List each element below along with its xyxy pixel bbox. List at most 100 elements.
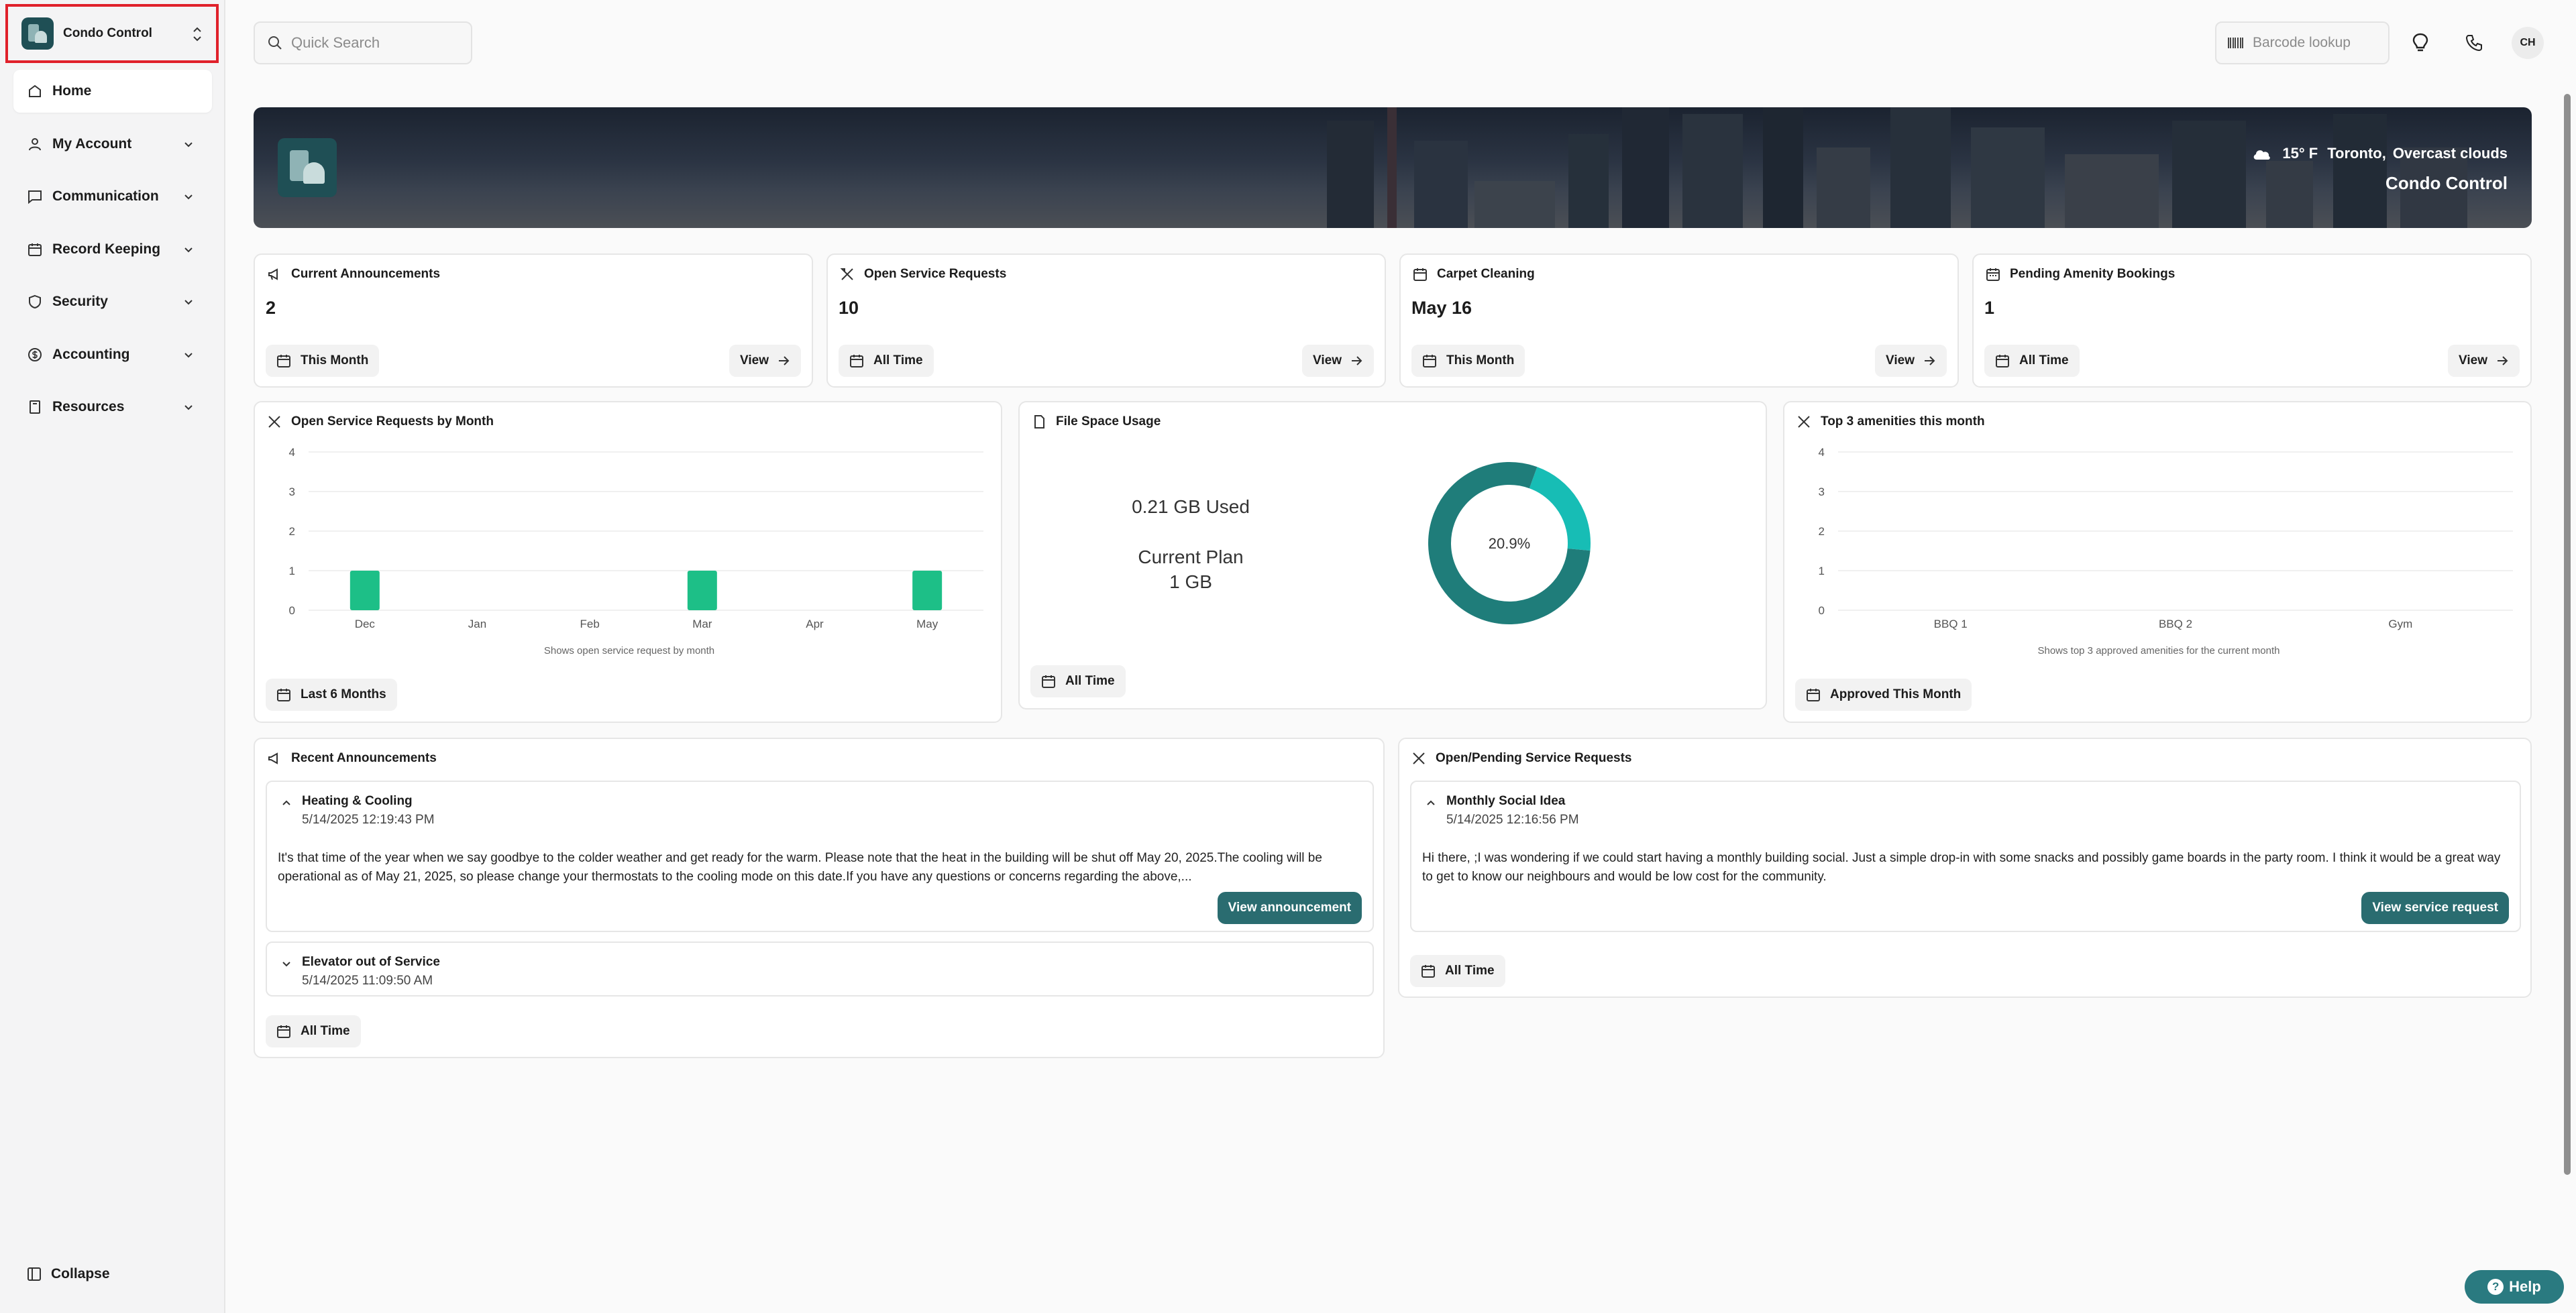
home-icon [29, 84, 41, 97]
sidebar: Condo Control Home My Account Communicat… [0, 0, 225, 1313]
sidebar-item-security[interactable]: Security [13, 280, 212, 323]
sidebar-item-resources[interactable]: Resources [13, 386, 212, 429]
period-filter[interactable]: Approved This Month [1795, 679, 1972, 711]
period-filter[interactable]: This Month [1411, 345, 1525, 377]
megaphone-icon [268, 268, 278, 280]
cloud-icon [2254, 150, 2271, 160]
phone-icon[interactable] [2461, 30, 2487, 56]
x-tick-label: Dec [355, 618, 376, 630]
barcode-placeholder: Barcode lookup [2253, 35, 2351, 50]
period-label: All Time [873, 353, 923, 367]
sidebar-item-accounting[interactable]: Accounting [13, 333, 212, 376]
chart-card-file-space: File Space Usage 0.21 GB Used Current Pl… [1018, 401, 1767, 709]
sidebar-item-my-account[interactable]: My Account [13, 123, 212, 166]
calendar-icon [277, 355, 290, 367]
amenities-bar-chart: 0 1 2 3 4 BBQ 1 BBQ 2 Gym [1819, 446, 2513, 630]
y-tick-label: 3 [289, 486, 295, 498]
view-service-request-button[interactable]: View service request [2361, 892, 2509, 924]
x-tick-label: Apr [806, 618, 824, 630]
calendar-icon [277, 1025, 290, 1038]
user-avatar[interactable]: CH [2512, 27, 2544, 59]
view-button[interactable]: View [1302, 345, 1374, 377]
announcement-title[interactable]: Elevator out of Service [302, 955, 440, 970]
period-filter[interactable]: All Time [839, 345, 934, 377]
y-tick-label: 4 [289, 446, 295, 459]
sidebar-item-label: My Account [52, 135, 132, 152]
chevron-down-icon [184, 194, 193, 200]
sidebar-item-label: Accounting [52, 346, 130, 362]
card-title: File Space Usage [1032, 414, 1161, 429]
card-title-text: Pending Amenity Bookings [2010, 267, 2176, 281]
announcement-title[interactable]: Heating & Cooling [302, 794, 413, 809]
stat-card-announcements: Current Announcements 2 This Month View [254, 253, 813, 388]
barcode-icon [2228, 38, 2243, 48]
chart-card-service-requests: Open Service Requests by Month 0 1 2 3 4 Dec J… [254, 401, 1002, 723]
chevron-up-icon[interactable] [280, 797, 292, 809]
period-filter[interactable]: All Time [1984, 345, 2080, 377]
plan-size: 1 GB [1169, 571, 1212, 592]
period-filter[interactable]: All Time [266, 1015, 361, 1047]
announcement-date: 5/14/2025 12:19:43 PM [302, 813, 435, 827]
banner-org-name: Condo Control [2385, 173, 2508, 193]
y-tick-label: 0 [289, 604, 295, 617]
search-input[interactable]: Quick Search [254, 21, 472, 64]
card-title-text: Top 3 amenities this month [1821, 414, 1985, 429]
period-filter[interactable]: Last 6 Months [266, 679, 397, 711]
view-button[interactable]: View [1875, 345, 1947, 377]
org-logo-icon [21, 17, 54, 50]
collapse-button[interactable]: Collapse [27, 1266, 110, 1282]
org-switcher[interactable]: Condo Control [5, 4, 219, 63]
period-filter[interactable]: All Time [1030, 665, 1126, 697]
collapse-icon [28, 1267, 41, 1281]
y-tick-label: 2 [1819, 525, 1825, 538]
sidebar-item-record-keeping[interactable]: Record Keeping [13, 228, 212, 271]
view-label: View [1886, 353, 1915, 367]
weather-city: Toronto, [2327, 145, 2386, 162]
view-button[interactable]: View [729, 345, 801, 377]
card-title-text: Current Announcements [291, 267, 441, 281]
storage-used: 0.21 GB Used [1132, 496, 1250, 517]
page-scrollbar[interactable] [2564, 94, 2571, 1175]
stat-value: 1 [1984, 298, 1995, 318]
service-request-body: Hi there, ;I was wondering if we could s… [1422, 851, 2501, 884]
calendar-icon [1807, 689, 1820, 701]
card-title: Top 3 amenities this month [1796, 414, 1985, 429]
calendar-grid-icon [1986, 268, 2000, 281]
period-label: Approved This Month [1830, 687, 1962, 701]
period-filter[interactable]: This Month [266, 345, 380, 377]
calendar-icon [1996, 355, 2009, 367]
period-label: All Time [2019, 353, 2069, 367]
view-label: View [1313, 353, 1342, 367]
view-label: View [2459, 353, 2487, 367]
org-name: Condo Control [63, 26, 152, 40]
sidebar-item-communication[interactable]: Communication [13, 175, 212, 218]
card-title: Carpet Cleaning [1413, 267, 1535, 282]
period-filter[interactable]: All Time [1410, 955, 1505, 987]
chevron-down-icon[interactable] [280, 958, 292, 970]
tools-icon [1413, 752, 1425, 764]
banner-logo-icon [278, 138, 337, 197]
y-tick-label: 0 [1819, 604, 1825, 617]
help-button[interactable]: ? Help [2465, 1270, 2564, 1304]
announcement-body: It's that time of the year when we say g… [278, 851, 1322, 884]
view-announcement-button[interactable]: View announcement [1217, 892, 1362, 924]
view-button[interactable]: View [2448, 345, 2520, 377]
card-title-text: Open Service Requests by Month [291, 414, 494, 429]
period-label: Last 6 Months [301, 687, 386, 701]
tools-icon [268, 416, 280, 428]
donut-percent-label: 20.9% [1489, 535, 1530, 552]
tools-icon [840, 268, 853, 280]
chevron-up-icon[interactable] [1425, 797, 1437, 809]
lightbulb-icon[interactable] [2407, 30, 2434, 56]
sidebar-nav: Home My Account Communication Record Kee… [13, 70, 212, 439]
period-label: All Time [301, 1024, 350, 1038]
card-title-text: Open/Pending Service Requests [1436, 751, 1632, 765]
header-banner: 15° F Toronto, Overcast clouds Condo Con… [254, 107, 2532, 228]
barcode-lookup-input[interactable]: Barcode lookup [2215, 21, 2390, 64]
sidebar-item-home[interactable]: Home [13, 70, 212, 113]
period-label: All Time [1065, 674, 1115, 688]
search-placeholder: Quick Search [291, 34, 380, 51]
sidebar-item-label: Security [52, 294, 108, 309]
service-request-title[interactable]: Monthly Social Idea [1446, 794, 1565, 809]
chevron-up-down-icon [193, 27, 201, 42]
